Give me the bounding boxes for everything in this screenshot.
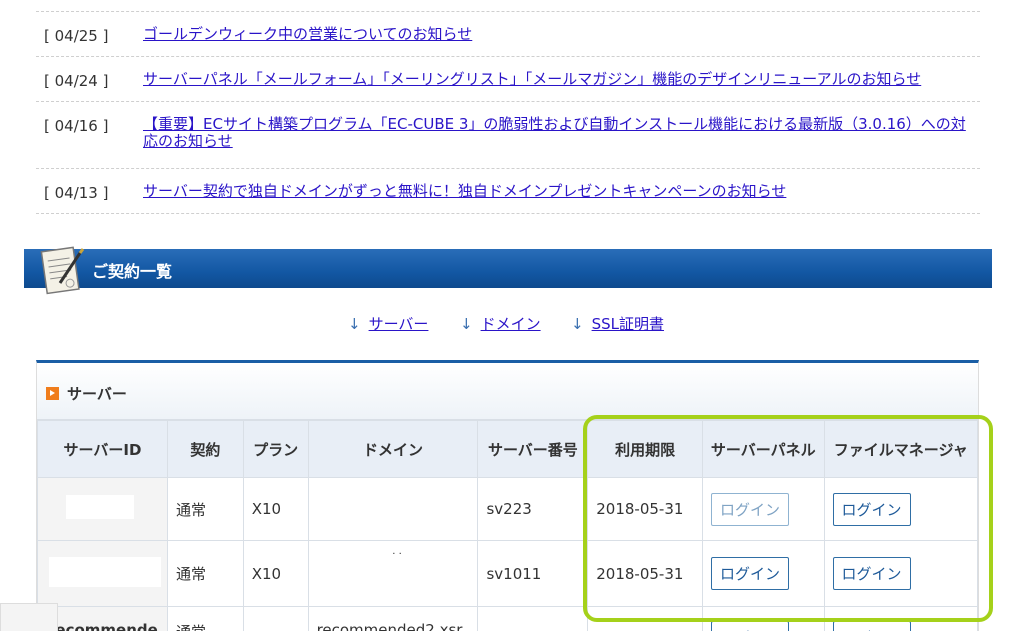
file-manager-login-button[interactable]: ログイン <box>832 557 911 590</box>
contract-cell: 通常 <box>166 477 244 541</box>
news-item: [ 04/24 ] サーバーパネル「メールフォーム」「メーリングリスト」「メール… <box>36 57 980 102</box>
table-row: recommende 通常 recommended2.xsr ログイン ログイン <box>37 606 979 631</box>
file-manager-cell: ログイン <box>823 477 979 541</box>
down-arrow-icon: ↓ <box>460 315 473 333</box>
col-server-number: サーバー番号 <box>477 420 589 478</box>
expiry-cell <box>587 606 703 631</box>
server-panel-login-button[interactable]: ログイン <box>710 557 789 590</box>
expiry-cell: 2018-05-31 <box>587 540 703 607</box>
col-file-manager: ファイルマネージャ <box>823 420 979 478</box>
col-plan: プラン <box>242 420 309 478</box>
down-arrow-icon: ↓ <box>348 315 361 333</box>
server-id-cell <box>37 477 168 541</box>
news-link[interactable]: サーバー契約で独自ドメインがずっと無料に！独自ドメインプレゼントキャンペーンのお… <box>143 183 786 203</box>
server-number-cell: sv223 <box>477 477 589 541</box>
news-item: [ 04/13 ] サーバー契約で独自ドメインがずっと無料に！独自ドメインプレゼ… <box>36 169 980 214</box>
news-date: [ 04/13 ] <box>44 184 109 202</box>
server-panel-cell: ログイン <box>701 477 825 541</box>
domain-cell <box>307 477 479 541</box>
server-panel-login-button[interactable]: ログイン <box>710 621 789 631</box>
server-panel-cell: ログイン <box>701 540 825 607</box>
plan-cell: X10 <box>242 477 309 541</box>
news-item: [ 04/16 ] 【重要】ECサイト構築プログラム「EC-CUBE 3」の脆弱… <box>36 102 980 169</box>
anchor-server[interactable]: ↓ サーバー <box>348 313 428 334</box>
news-link[interactable]: サーバーパネル「メールフォーム」「メーリングリスト」「メールマガジン」機能のデザ… <box>143 71 921 91</box>
news-item: [ 04/25 ] ゴールデンウィーク中の営業についてのお知らせ <box>36 12 980 57</box>
server-table: サーバーID 契約 プラン ドメイン サーバー番号 利用期限 サーバーパネル フ… <box>37 420 979 631</box>
news-date: [ 04/24 ] <box>44 72 109 90</box>
plan-cell: X10 <box>242 540 309 607</box>
contract-cell: 通常 <box>166 540 244 607</box>
expiry-cell: 2018-05-31 <box>587 477 703 541</box>
server-section-title: サーバー <box>67 385 127 403</box>
news-list: [ 04/25 ] ゴールデンウィーク中の営業についてのお知らせ [ 04/24… <box>36 0 980 214</box>
down-arrow-icon: ↓ <box>571 315 584 333</box>
contract-cell: 通常 <box>166 606 244 631</box>
news-date: [ 04/16 ] <box>44 117 109 135</box>
file-manager-login-button[interactable]: ログイン <box>832 492 911 526</box>
contract-list-header: ご契約一覧 <box>24 249 992 288</box>
server-id-cell <box>37 540 168 607</box>
server-panel-login-button[interactable]: ログイン <box>710 492 789 526</box>
col-server-id: サーバーID <box>37 420 168 478</box>
domain-cell: recommended2.xsr <box>307 606 479 631</box>
document-pen-icon <box>40 246 85 295</box>
divider <box>36 0 980 12</box>
table-row: 通常 X10 · · sv1011 2018-05-31 ログイン ログイン <box>37 540 979 607</box>
news-date: [ 04/25 ] <box>44 27 109 45</box>
col-contract: 契約 <box>166 420 244 478</box>
table-row: 通常 X10 sv223 2018-05-31 ログイン ログイン <box>37 477 979 541</box>
bottom-tab <box>0 603 58 631</box>
server-section: サーバー サーバーID 契約 プラン ドメイン サーバー番号 利用期限 サーバー… <box>36 360 979 631</box>
table-header-row: サーバーID 契約 プラン ドメイン サーバー番号 利用期限 サーバーパネル フ… <box>37 420 979 478</box>
server-panel-cell: ログイン <box>701 606 825 631</box>
contract-list-title: ご契約一覧 <box>92 262 173 281</box>
play-square-icon <box>46 387 59 400</box>
server-number-cell: sv1011 <box>477 540 589 607</box>
server-number-cell <box>477 606 589 631</box>
news-link[interactable]: ゴールデンウィーク中の営業についてのお知らせ <box>143 26 472 46</box>
col-server-panel: サーバーパネル <box>701 420 825 478</box>
col-expiry: 利用期限 <box>587 420 703 478</box>
server-section-header: サーバー <box>37 363 978 420</box>
anchor-domain[interactable]: ↓ ドメイン <box>460 313 541 334</box>
file-manager-cell: ログイン <box>823 540 979 607</box>
file-manager-cell: ログイン <box>823 606 979 631</box>
col-domain: ドメイン <box>307 420 479 478</box>
plan-cell <box>242 606 309 631</box>
domain-cell: · · <box>307 540 479 607</box>
file-manager-login-button[interactable]: ログイン <box>832 621 911 631</box>
news-link[interactable]: 【重要】ECサイト構築プログラム「EC-CUBE 3」の脆弱性および自動インスト… <box>143 116 980 158</box>
anchor-ssl[interactable]: ↓ SSL証明書 <box>571 313 664 334</box>
